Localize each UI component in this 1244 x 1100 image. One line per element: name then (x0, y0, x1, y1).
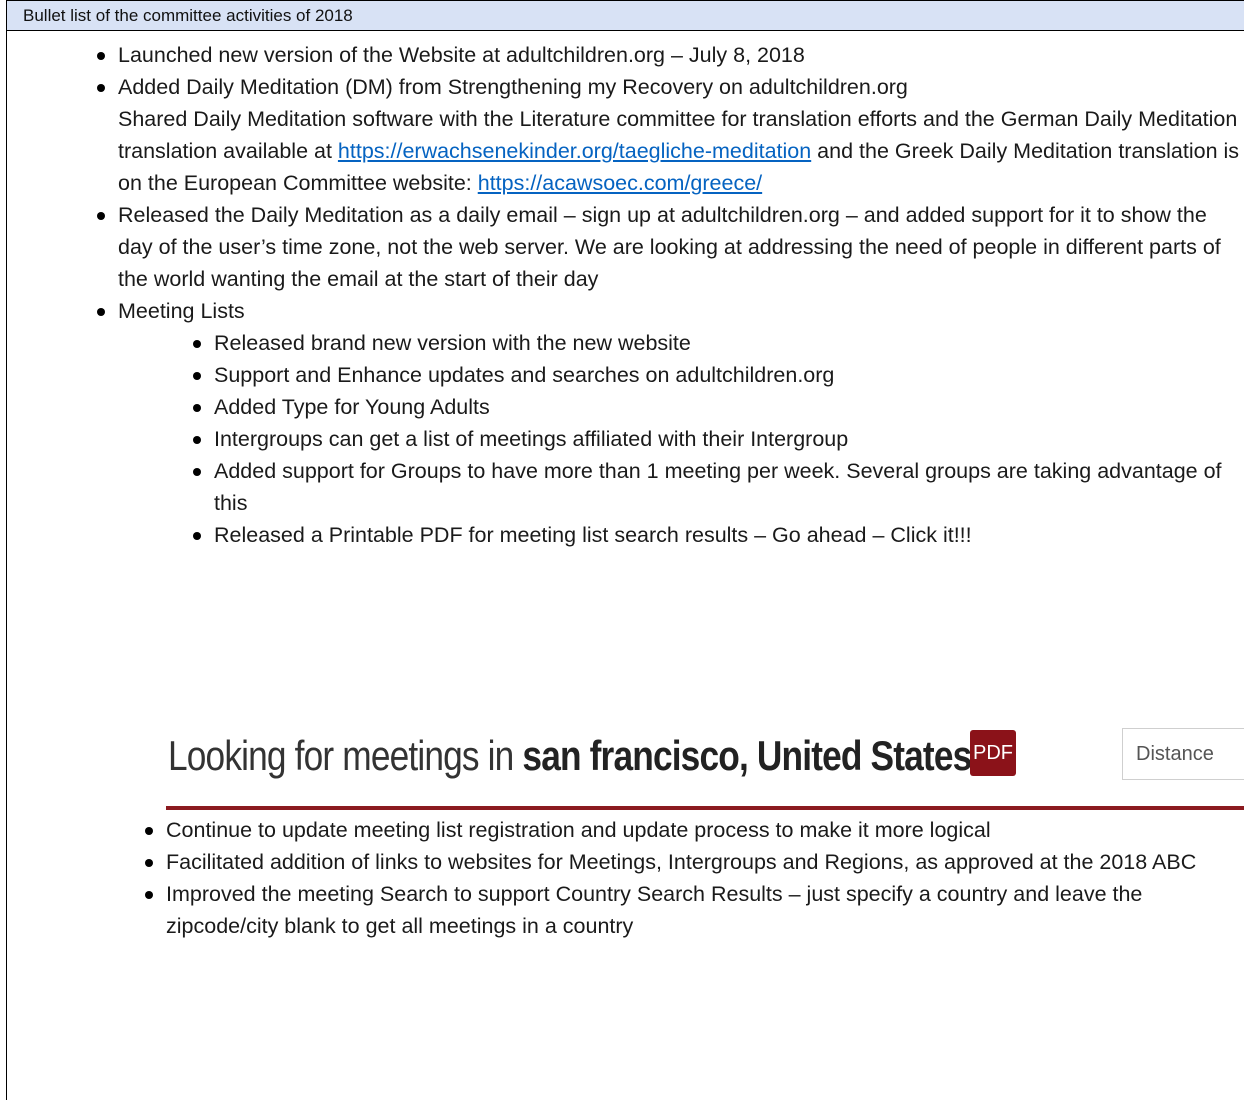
sub-item: Improved the meeting Search to support C… (118, 878, 1240, 942)
dm-text: Added Daily Meditation (DM) from Strengt… (118, 75, 908, 99)
sub-item: Continue to update meeting list registra… (118, 814, 1240, 846)
pdf-button[interactable]: PDF (970, 730, 1016, 776)
list-item-meeting-lists: Meeting Lists Released brand new version… (70, 295, 1240, 551)
activity-list-continued: Continue to update meeting list registra… (70, 814, 1240, 942)
sub-item: Added Type for Young Adults (166, 391, 1240, 423)
sub-item: Support and Enhance updates and searches… (166, 359, 1240, 391)
list-item-daily-email: Released the Daily Meditation as a daily… (70, 199, 1240, 295)
sub-item: Facilitated addition of links to website… (118, 846, 1240, 878)
distance-select[interactable]: Distance (1122, 728, 1244, 780)
list-item-daily-meditation: Added Daily Meditation (DM) from Strengt… (70, 71, 1240, 199)
list-item-website: Launched new version of the Website at a… (70, 39, 1240, 71)
sub-item: Released a Printable PDF for meeting lis… (166, 519, 1240, 551)
banner-divider (166, 806, 1244, 810)
banner-prefix: Looking for meetings in (168, 732, 523, 779)
meeting-search-banner: Looking for meetings in san francisco, U… (166, 720, 1244, 810)
german-meditation-link[interactable]: https://erwachsenekinder.org/taegliche-m… (338, 139, 811, 163)
meeting-lists-label: Meeting Lists (118, 299, 245, 323)
meeting-lists-sublist: Released brand new version with the new … (118, 327, 1240, 551)
sub-item: Added support for Groups to have more th… (166, 455, 1240, 519)
banner-title: Looking for meetings in san francisco, U… (168, 732, 972, 780)
banner-location: san francisco, United States (522, 732, 972, 779)
greek-meditation-link[interactable]: https://acawsoec.com/greece/ (478, 171, 762, 195)
activity-list: Launched new version of the Website at a… (70, 39, 1240, 551)
sub-item: Intergroups can get a list of meetings a… (166, 423, 1240, 455)
section-header: Bullet list of the committee activities … (6, 0, 1244, 31)
sub-item: Released brand new version with the new … (166, 327, 1240, 359)
